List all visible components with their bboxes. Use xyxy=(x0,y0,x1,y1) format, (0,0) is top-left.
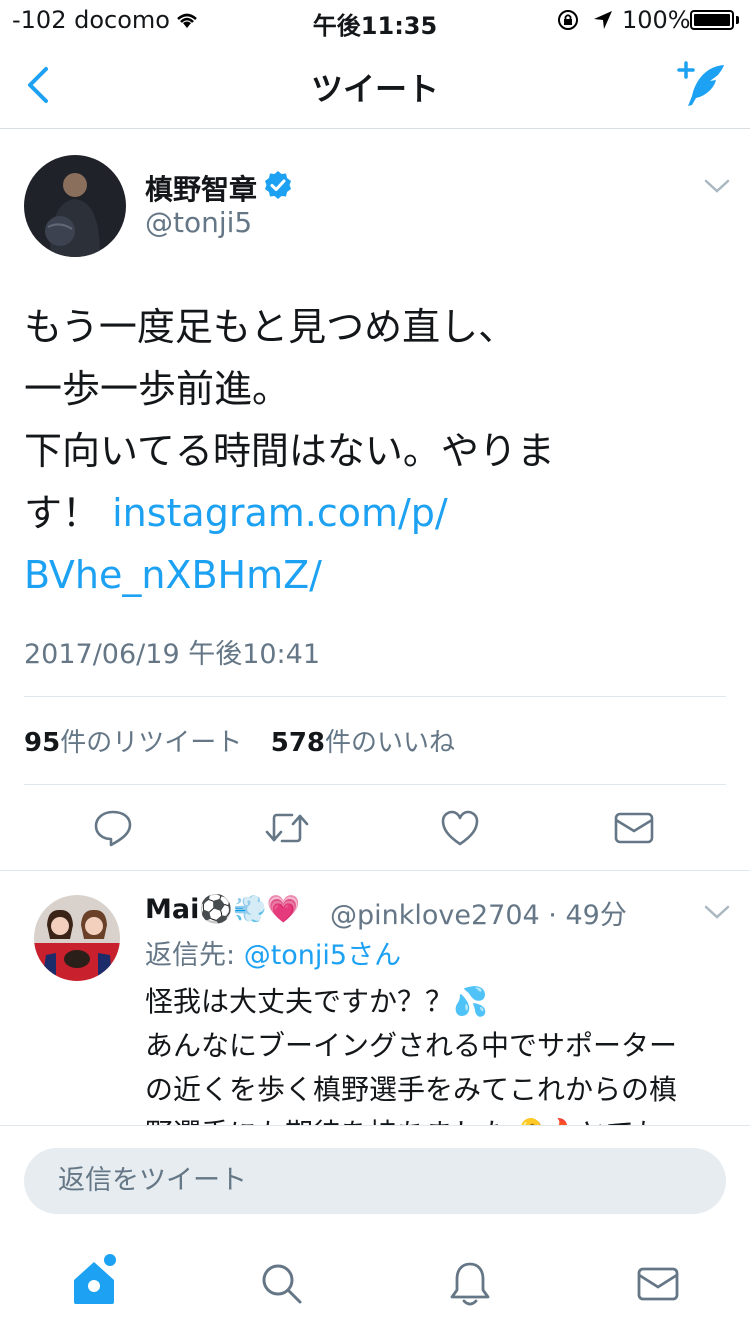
like-icon[interactable] xyxy=(440,808,480,848)
reply-text-line: あんなにブーイングされる中でサポーター xyxy=(145,1029,678,1062)
reply-content: Mai⚽💨💗 @pinklove2704 · 49分 返信先: @tonji5さ… xyxy=(0,870,750,1126)
replying-to-label: 返信先: xyxy=(145,940,244,971)
replying-to-mention[interactable]: @tonji5さん xyxy=(244,940,401,971)
reply-handle[interactable]: @pinklove2704 · 49分 xyxy=(330,893,627,932)
tweet-timestamp: 2017/06/19 午後10:41 xyxy=(24,639,321,670)
like-count: 578 xyxy=(270,728,326,758)
tweet-text: もう一度足もと見つめ直し、 一歩一歩前進。 下向いてる時間はない。やりま す！ … xyxy=(24,296,704,606)
reply-text-line: の近くを歩く槙野選手をみてこれからの槙 xyxy=(145,1073,678,1106)
reply-text-line: 怪我は大丈夫ですか？？💦 xyxy=(145,985,488,1018)
status-bar: -102 docomo 午後11:35 100% xyxy=(0,0,750,40)
reply-text: 怪我は大丈夫ですか？？💦 あんなにブーイングされる中でサポーター の近くを歩く槙… xyxy=(145,980,745,1126)
tweet-link-continued[interactable]: BVhe_nXBHmZ/ xyxy=(24,553,322,597)
reply-author-name[interactable]: Mai⚽💨💗 xyxy=(145,893,300,925)
reply-text-line: 野選手にも期待を持ちました🔑🔥とても xyxy=(145,1112,745,1126)
battery-tip xyxy=(736,16,739,24)
retweet-icon[interactable] xyxy=(264,808,310,848)
author-avatar[interactable] xyxy=(24,155,126,257)
location-icon xyxy=(594,11,612,29)
compose-tweet-icon[interactable] xyxy=(676,60,728,110)
messages-icon[interactable] xyxy=(636,1266,680,1302)
orientation-lock-icon xyxy=(558,10,578,30)
tweet-text-line: もう一度足もと見つめ直し、 xyxy=(24,305,517,349)
divider xyxy=(24,784,726,785)
retweet-count: 95 xyxy=(24,728,61,758)
author-handle[interactable]: @tonji5 xyxy=(145,206,252,239)
battery-icon xyxy=(690,10,734,30)
verified-icon xyxy=(265,171,291,199)
author-name[interactable]: 槙野智章 xyxy=(145,168,257,208)
home-icon[interactable] xyxy=(70,1250,120,1306)
chevron-down-icon[interactable] xyxy=(704,178,730,194)
author-avatar-image xyxy=(24,155,126,257)
like-stat-label: 件のいいね xyxy=(325,728,456,758)
tweet-text-line: 下向いてる時間はない。やりま xyxy=(24,429,555,473)
replying-to: 返信先: @tonji5さん xyxy=(145,933,401,972)
battery-percent: 100% xyxy=(622,6,691,34)
retweet-stat[interactable]: 95件のリツイート xyxy=(24,728,242,758)
retweet-stat-label: 件のリツイート xyxy=(60,728,243,758)
notifications-icon[interactable] xyxy=(448,1260,492,1308)
tweet-link[interactable]: instagram.com/p/ xyxy=(112,491,448,535)
reply-icon[interactable] xyxy=(93,808,133,848)
tweet-stats: 95件のリツイート 578件のいいね xyxy=(24,722,455,759)
dm-icon[interactable] xyxy=(613,810,655,846)
tweet-text-line: 一歩一歩前進。 xyxy=(24,367,291,411)
tweet-text-fragment: す！ xyxy=(24,491,113,535)
search-icon[interactable] xyxy=(260,1262,304,1306)
reply-item[interactable]: Mai⚽💨💗 @pinklove2704 · 49分 返信先: @tonji5さ… xyxy=(0,870,750,1126)
divider xyxy=(24,696,726,697)
reply-input[interactable]: 返信をツイート xyxy=(24,1148,726,1214)
tweet-text-line: BVhe_nXBHmZ/ xyxy=(24,544,704,606)
page-title: ツイート xyxy=(310,70,439,108)
tweet-text-line: す！ instagram.com/p/ xyxy=(24,482,704,544)
chevron-down-icon[interactable] xyxy=(704,904,730,920)
like-stat[interactable]: 578件のいいね xyxy=(271,728,455,758)
